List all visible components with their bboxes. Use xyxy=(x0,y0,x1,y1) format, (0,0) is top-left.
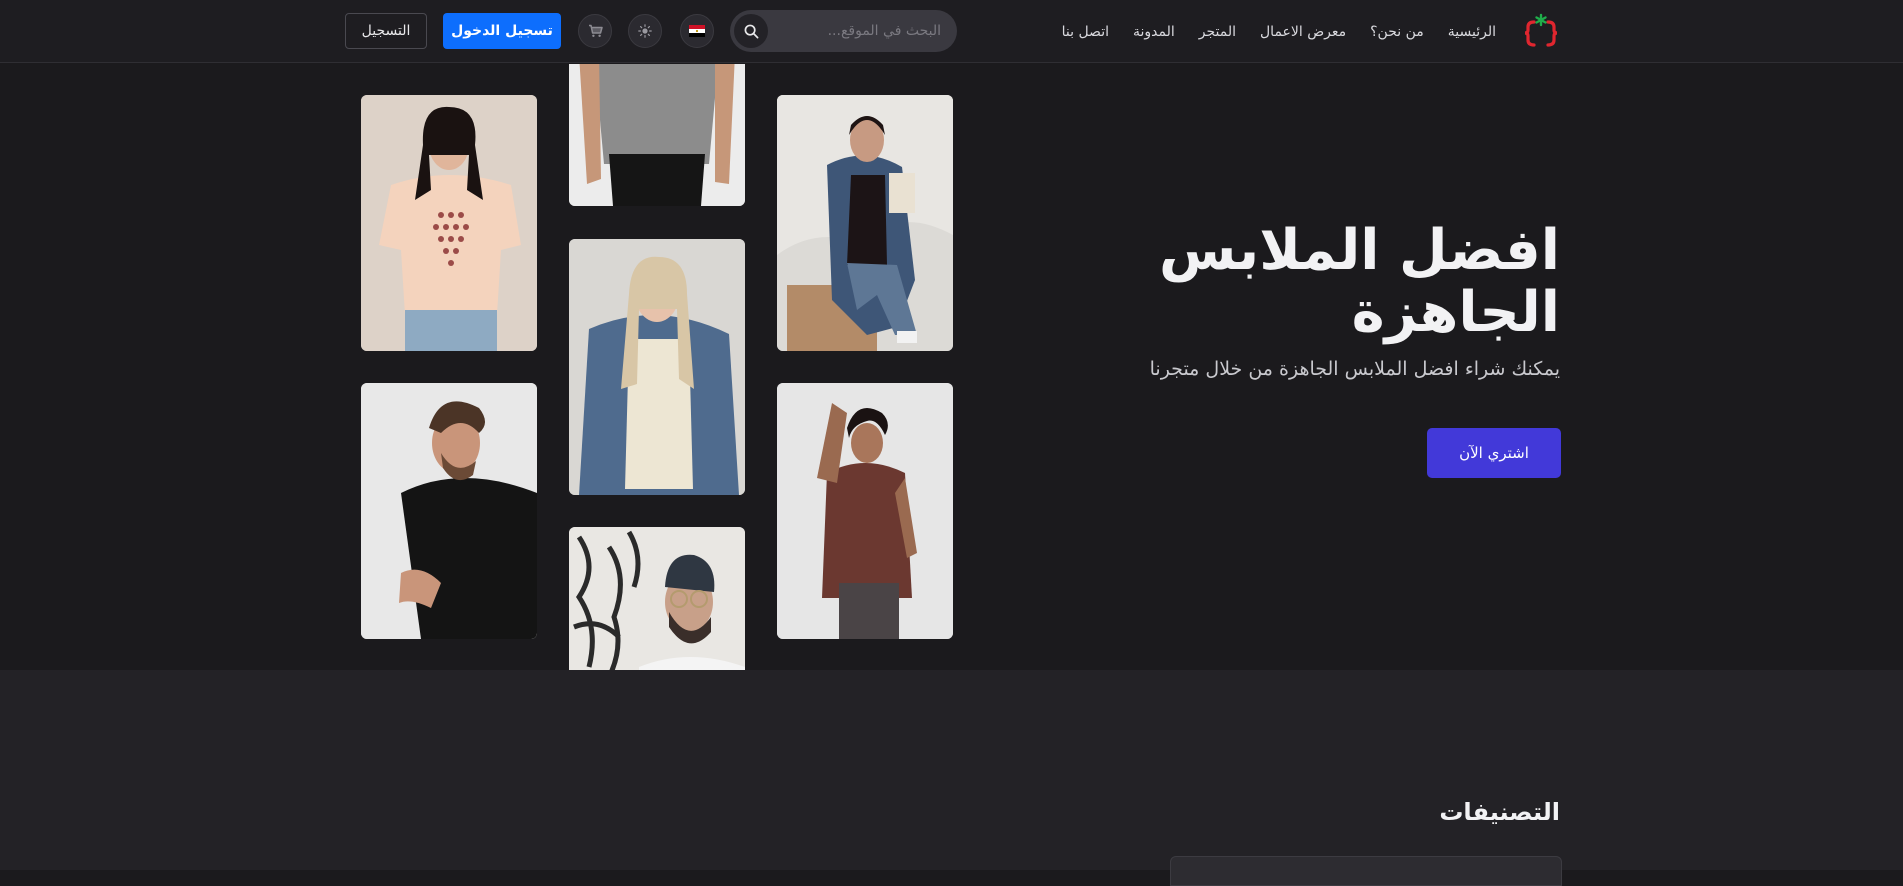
category-card[interactable] xyxy=(1170,856,1562,886)
sun-icon xyxy=(638,24,652,38)
search-icon xyxy=(744,24,758,38)
search-bar xyxy=(730,10,957,52)
language-button[interactable] xyxy=(680,14,714,48)
product-photo-man-black-tshirt xyxy=(361,383,537,639)
categories-section: التصنيفات xyxy=(0,670,1903,886)
hero-title: افضل الملابس الجاهزة xyxy=(1040,220,1560,344)
hero-title-line-1: افضل الملابس xyxy=(1159,218,1560,283)
product-photo-woman-peach-tshirt xyxy=(361,95,537,351)
hero-section: افضل الملابس الجاهزة يمكنك شراء افضل الم… xyxy=(0,64,1903,670)
search-input[interactable] xyxy=(781,10,941,52)
site-header: الرئيسية من نحن؟ معرض الاعمال المتجر الم… xyxy=(0,0,1903,63)
product-photo-woman-denim-jacket xyxy=(777,95,953,351)
cart-button[interactable] xyxy=(578,14,612,48)
hero-subtitle: يمكنك شراء افضل الملابس الجاهزة من خلال … xyxy=(1149,358,1560,380)
main-nav: الرئيسية من نحن؟ معرض الاعمال المتجر الم… xyxy=(1062,0,1496,63)
nav-item-about[interactable]: من نحن؟ xyxy=(1370,24,1424,40)
product-photo-man-maroon-shirt xyxy=(777,383,953,639)
login-button[interactable]: تسجيل الدخول xyxy=(443,13,561,49)
hero-title-line-2: الجاهزة xyxy=(1351,280,1560,345)
nav-item-blog[interactable]: المدونة xyxy=(1133,24,1175,40)
cart-icon xyxy=(588,24,603,37)
product-photo-blonde-woman-denim xyxy=(569,239,745,495)
categories-title: التصنيفات xyxy=(1439,798,1560,826)
egypt-flag-icon xyxy=(689,25,705,37)
theme-toggle-button[interactable] xyxy=(628,14,662,48)
nav-item-home[interactable]: الرئيسية xyxy=(1448,24,1496,40)
buy-now-button[interactable]: اشتري الآن xyxy=(1427,428,1561,478)
register-button[interactable]: التسجيل xyxy=(345,13,427,49)
brand-logo-icon[interactable] xyxy=(1521,12,1561,52)
product-photo-grey-tshirt xyxy=(569,64,745,206)
search-button[interactable] xyxy=(734,14,768,48)
nav-item-contact[interactable]: اتصل بنا xyxy=(1062,24,1109,40)
product-photo-man-beanie xyxy=(569,527,745,670)
nav-item-shop[interactable]: المتجر xyxy=(1199,24,1236,40)
nav-item-portfolio[interactable]: معرض الاعمال xyxy=(1260,24,1346,40)
